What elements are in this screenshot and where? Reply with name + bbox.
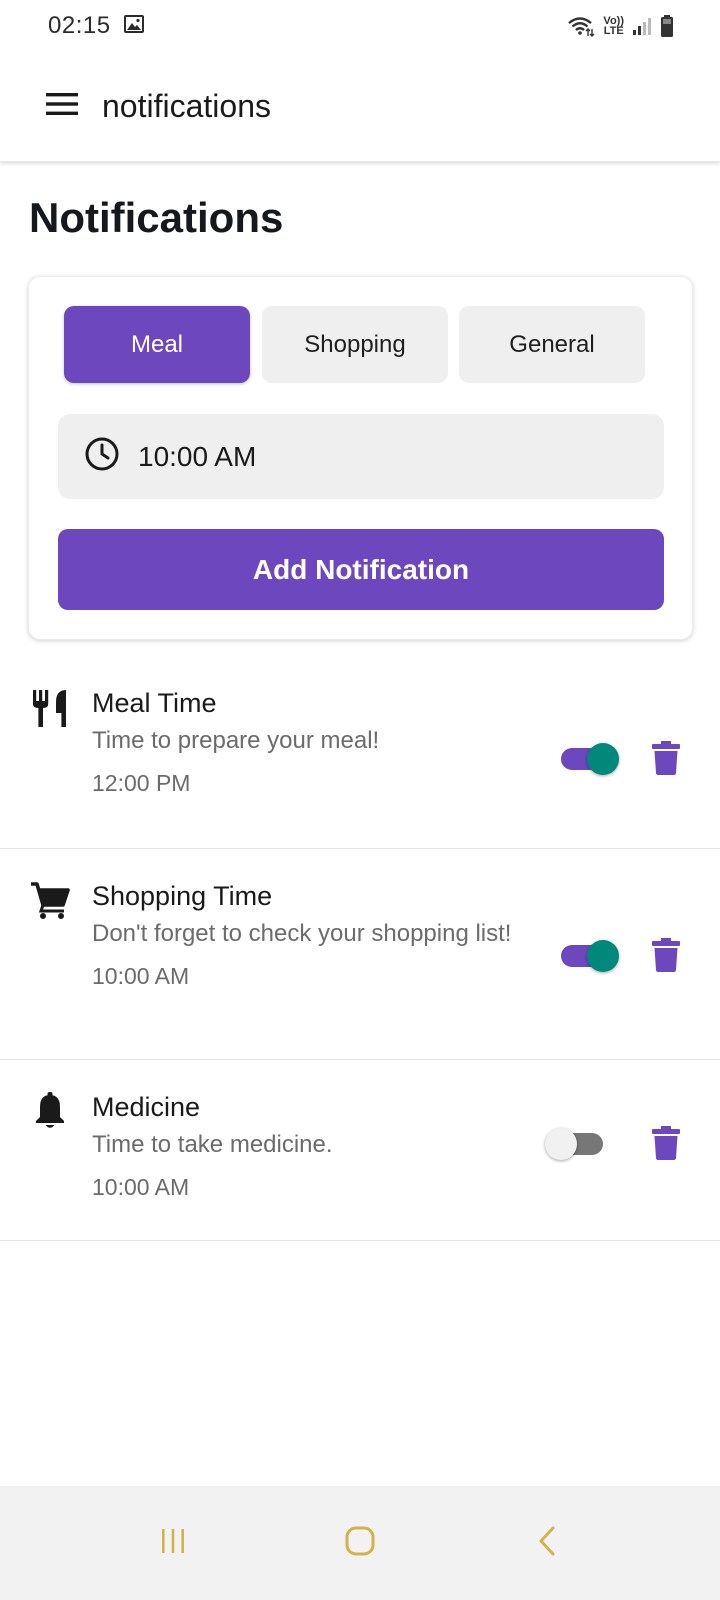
menu-button[interactable] [30, 75, 94, 139]
status-bar: 02:15 Vo)) LTE [0, 0, 720, 52]
notification-text-shopping: Shopping Time Don't forget to check your… [92, 879, 512, 991]
back-button[interactable] [507, 1513, 587, 1573]
recent-apps-icon [159, 1527, 187, 1560]
notification-time: 10:00 AM [92, 963, 190, 989]
notification-text-meal: Meal Time Time to prepare your meal! 12:… [92, 686, 512, 798]
toggle-thumb [587, 743, 619, 775]
back-icon [535, 1525, 559, 1562]
home-button[interactable] [320, 1513, 400, 1573]
fork-knife-icon [30, 689, 70, 729]
toggle-thumb [587, 940, 619, 972]
notification-time: 12:00 PM [92, 770, 191, 796]
clock-icon [84, 436, 138, 477]
hamburger-menu-icon [46, 92, 78, 121]
delete-button-shopping[interactable] [646, 937, 686, 977]
notification-time: 10:00 AM [92, 1174, 190, 1200]
notification-toggle-shopping[interactable] [559, 936, 619, 976]
time-picker-field[interactable]: 10:00 AM [58, 414, 664, 499]
battery-icon [660, 14, 674, 38]
delete-button-medicine[interactable] [646, 1125, 686, 1165]
volte-indicator: Vo)) LTE [603, 16, 624, 37]
bell-icon [30, 1091, 70, 1131]
toggle-thumb [545, 1128, 577, 1160]
delete-button-meal[interactable] [646, 740, 686, 780]
notification-message: Time to prepare your meal! [92, 727, 380, 754]
notification-item-meal: Meal Time Time to prepare your meal! 12:… [0, 666, 720, 849]
tab-general[interactable]: General [459, 306, 645, 383]
tab-shopping[interactable]: Shopping [262, 306, 448, 383]
notification-text-medicine: Medicine Time to take medicine. 10:00 AM [92, 1090, 512, 1202]
notification-item-medicine: Medicine Time to take medicine. 10:00 AM [0, 1060, 720, 1241]
notifications-screen: 02:15 Vo)) LTE notifications Notificatio… [0, 0, 720, 1600]
notification-title: Medicine [92, 1092, 201, 1122]
notification-message: Don't forget to check your shopping list… [92, 920, 512, 947]
notification-title: Shopping Time [92, 881, 273, 911]
signal-icon [632, 16, 652, 36]
add-notification-card: Meal Shopping General 10:00 AM Add Notif… [28, 276, 693, 640]
notification-toggle-meal[interactable] [559, 739, 619, 779]
volte-bottom-label: LTE [603, 25, 624, 37]
shopping-cart-icon [30, 880, 70, 920]
gallery-notification-icon [123, 14, 145, 39]
notification-toggle-medicine[interactable] [545, 1124, 607, 1164]
recent-apps-button[interactable] [133, 1513, 213, 1573]
notifications-list: Meal Time Time to prepare your meal! 12:… [0, 666, 720, 1241]
wifi-icon [567, 15, 595, 37]
time-value: 10:00 AM [138, 440, 257, 472]
app-bar: notifications [0, 52, 720, 162]
status-left: 02:15 [48, 12, 145, 40]
notification-title: Meal Time [92, 688, 217, 718]
trash-icon [652, 937, 680, 977]
system-navigation-bar [0, 1486, 720, 1600]
tab-meal[interactable]: Meal [64, 306, 250, 383]
status-right: Vo)) LTE [567, 14, 674, 38]
notification-message: Time to take medicine. [92, 1131, 333, 1158]
trash-icon [652, 740, 680, 780]
trash-icon [652, 1125, 680, 1165]
page-title: Notifications [29, 194, 284, 241]
home-icon [344, 1525, 376, 1562]
add-notification-button[interactable]: Add Notification [58, 529, 664, 610]
app-bar-title: notifications [102, 88, 271, 124]
status-time: 02:15 [48, 12, 111, 39]
notification-item-shopping: Shopping Time Don't forget to check your… [0, 849, 720, 1060]
